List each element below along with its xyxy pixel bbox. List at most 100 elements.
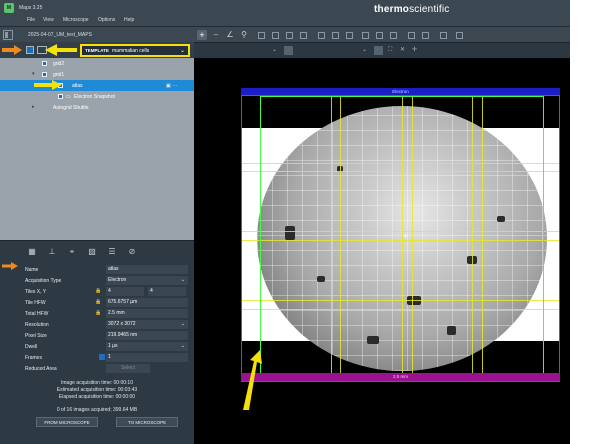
prop-total-hfw: Total HFW 🔒 2.5 mm xyxy=(0,308,194,319)
prop-label: Reduced Area xyxy=(25,366,57,372)
menu-view[interactable]: View xyxy=(43,17,54,23)
image-acq-time: Image acquisition time: 00:00:10 xyxy=(61,380,133,386)
acquisition-progress: 0 of 16 images acquired; 399.64 MB xyxy=(56,407,138,413)
resolution-value: 3072 x 3072 xyxy=(108,321,136,327)
chevron-right-icon[interactable]: ▸ xyxy=(32,104,35,110)
tool-snap-icon[interactable] xyxy=(272,32,279,39)
brand-scientific: scientific xyxy=(409,4,450,15)
zoom-icon[interactable]: ⚲ xyxy=(240,31,248,39)
tool-stitch-icon[interactable] xyxy=(408,32,415,39)
tree-item-autogrid-shuttle[interactable]: ▸ Autogrid Shuttle xyxy=(0,102,194,113)
viewer-prev-icon[interactable] xyxy=(284,46,293,55)
tool-grid-icon[interactable] xyxy=(258,32,265,39)
tree-item-label: atlas xyxy=(72,83,83,89)
grid-icon[interactable]: ▦ xyxy=(27,247,37,256)
prop-reduced-area: Reduced Area Select xyxy=(0,363,194,374)
prop-label: Resolution xyxy=(25,322,49,328)
from-microscope-button[interactable]: FROM MICROSCOPE xyxy=(36,417,98,427)
tree-item-label: Electron Snapshot xyxy=(74,94,115,100)
tree-item-atlas[interactable]: ▾ atlas ▣ ··· xyxy=(0,80,194,91)
align-icon[interactable]: ⊥ xyxy=(47,247,57,256)
dwell-value: 1 µs xyxy=(108,343,118,349)
lock-icon[interactable]: 🔒 xyxy=(95,288,101,294)
target-icon[interactable]: ⌖ xyxy=(67,247,77,256)
checkbox-icon[interactable] xyxy=(58,94,63,99)
tree-item-label: grid1 xyxy=(53,72,65,78)
minus-icon[interactable]: – xyxy=(212,31,220,39)
checkbox-icon[interactable] xyxy=(99,354,105,360)
resolution-select[interactable]: 3072 x 3072 ⌄ xyxy=(106,320,188,329)
chevron-down-icon[interactable]: ⌄ xyxy=(272,47,279,54)
snapshot-icon: ▭ xyxy=(66,94,71,100)
total-hfw-input[interactable]: 2.5 mm xyxy=(106,309,188,318)
tool-align-icon[interactable] xyxy=(422,32,429,39)
to-microscope-button[interactable]: TO MICROSCOPE xyxy=(116,417,178,427)
acquisition-type-select[interactable]: Electron ⌄ xyxy=(106,276,188,285)
tool-fit-icon[interactable] xyxy=(332,32,339,39)
center-marker-icon[interactable]: ✛ xyxy=(403,233,408,240)
prop-label: Pixel Size xyxy=(25,333,47,339)
lock-icon[interactable]: 🔒 xyxy=(95,310,101,316)
acquisition-type-value: Electron xyxy=(108,277,127,283)
tree-item-electron-snapshot[interactable]: ▭ Electron Snapshot xyxy=(0,91,194,102)
menu-help[interactable]: Help xyxy=(124,17,134,23)
checkbox-icon[interactable] xyxy=(26,46,34,54)
project-tab[interactable]: 2025-04-07_UM_test_MAPS xyxy=(28,32,92,38)
tool-export-icon[interactable] xyxy=(318,32,325,39)
select-button[interactable]: Select xyxy=(106,364,150,373)
fit-icon[interactable]: ⛶ xyxy=(388,47,395,54)
prop-tiles: Tiles X, Y 🔒 4 4 xyxy=(0,286,194,297)
chevron-down-icon: ⌄ xyxy=(180,343,185,349)
name-input[interactable]: atlas xyxy=(106,265,188,274)
chevron-down-icon[interactable]: ⌄ xyxy=(362,47,369,54)
template-value: mammalian cells xyxy=(112,48,150,54)
tiles-y-input[interactable]: 4 xyxy=(148,287,186,296)
add-icon[interactable]: + xyxy=(197,30,207,40)
menu-options[interactable]: Options xyxy=(98,17,115,23)
checkbox-icon[interactable] xyxy=(42,72,47,77)
dwell-select[interactable]: 1 µs ⌄ xyxy=(106,342,188,351)
tree-item-label: Autogrid Shuttle xyxy=(53,105,89,111)
tile-hfw-input[interactable]: 675.6757 µm xyxy=(106,298,188,307)
row-action-icons[interactable]: ▣ ··· xyxy=(166,83,177,89)
prop-name: Name atlas xyxy=(0,264,194,275)
scale-label: 2.5 mm xyxy=(392,374,408,379)
compass-icon[interactable]: ⊘ xyxy=(127,247,137,256)
image-icon[interactable]: ▨ xyxy=(87,247,97,256)
tool-grid2-icon[interactable] xyxy=(440,32,447,39)
tool-list-icon[interactable] xyxy=(456,32,463,39)
template-select[interactable]: TEMPLATE mammalian cells ⌄ xyxy=(80,44,190,57)
tool-select-icon[interactable] xyxy=(362,32,369,39)
menu-file[interactable]: File xyxy=(27,17,35,23)
annotation-arrow-orange xyxy=(2,45,22,55)
prop-label: Acquisition Type xyxy=(25,278,62,284)
tool-overlay-icon[interactable] xyxy=(300,32,307,39)
estimated-acq-time: Estimated acquisition time: 00:03:43 xyxy=(56,387,138,393)
menu-microscope[interactable]: Microscope xyxy=(63,17,89,23)
tool-move-icon[interactable] xyxy=(376,32,383,39)
viewer-next-icon[interactable] xyxy=(374,46,383,55)
tree-item-grid1[interactable]: ▾ grid1 xyxy=(0,69,194,80)
tile-set-outline[interactable] xyxy=(260,96,544,381)
prop-resolution: Resolution 3072 x 3072 ⌄ xyxy=(0,319,194,330)
sidebar-toggle-icon[interactable] xyxy=(3,30,13,40)
prop-dwell: Dwell 1 µs ⌄ xyxy=(0,341,194,352)
tree-item-grid2[interactable]: grid2 xyxy=(0,58,194,69)
tool-copy-icon[interactable] xyxy=(390,32,397,39)
tool-layer-icon[interactable] xyxy=(286,32,293,39)
tiles-x-input[interactable]: 4 xyxy=(106,287,144,296)
lock-icon[interactable]: 🔒 xyxy=(95,299,101,305)
checkbox-icon[interactable] xyxy=(42,61,47,66)
sliders-icon[interactable]: ☰ xyxy=(107,247,117,256)
property-toolbar: ▦ ⊥ ⌖ ▨ ☰ ⊘ xyxy=(0,240,194,260)
chevron-down-icon[interactable]: ▾ xyxy=(32,71,35,77)
annotation-arrow-yellow xyxy=(45,44,77,56)
frames-input[interactable]: 1 xyxy=(106,353,188,362)
elapsed-acq-time: Elapsed acquisition time: 00:00:00 xyxy=(58,394,136,400)
prop-label: Tiles X, Y xyxy=(25,289,47,295)
angle-icon[interactable]: ∠ xyxy=(226,31,234,39)
crosshair-icon[interactable]: ✛ xyxy=(412,47,419,54)
close-icon[interactable]: ✕ xyxy=(400,47,407,54)
pixel-size-value: 219.9465 nm xyxy=(106,331,188,340)
tool-box-icon[interactable] xyxy=(346,32,353,39)
